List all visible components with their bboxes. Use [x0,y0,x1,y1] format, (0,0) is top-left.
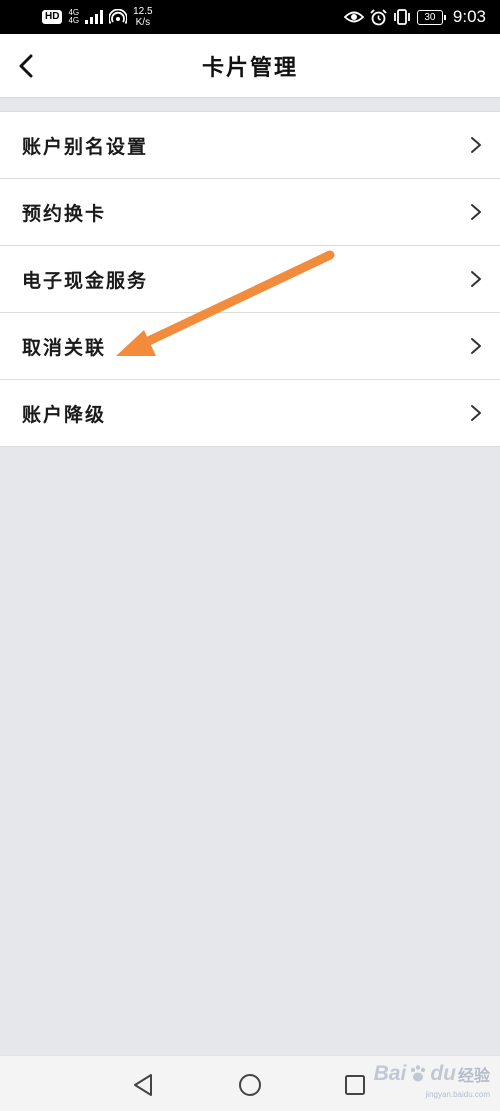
chevron-right-icon [471,338,481,354]
menu-item-unlink[interactable]: 取消关联 [0,313,500,380]
chevron-right-icon [471,271,481,287]
menu-item-label: 电子现金服务 [22,269,149,292]
nav-back-button[interactable] [128,1070,158,1100]
vibrate-icon [394,9,410,25]
chevron-right-icon [471,204,481,220]
paw-icon [411,1065,426,1082]
network-type: 4G 4G [68,9,79,25]
speed-value: 12.5 [133,6,153,17]
menu-item-card-replacement[interactable]: 预约换卡 [0,179,500,246]
circle-home-icon [239,1074,261,1096]
status-bar: HD 4G 4G 12.5 K/s 30 9:03 [0,0,500,34]
chevron-left-icon [19,54,33,78]
network-type-bottom: 4G [68,16,80,25]
alarm-icon [370,8,387,25]
menu-item-e-cash[interactable]: 电子现金服务 [0,246,500,313]
status-time: 9:03 [452,7,486,26]
watermark-cn: 经验 [457,1068,490,1085]
menu-item-label: 账户别名设置 [22,135,149,158]
hd-badge: HD [42,10,63,24]
page-title: 卡片管理 [201,54,298,81]
nav-recents-button[interactable] [340,1070,370,1100]
nav-home-button[interactable] [235,1070,265,1100]
status-left: HD 4G 4G 12.5 K/s [42,6,153,28]
eye-icon [343,11,364,23]
chevron-right-icon [471,137,481,153]
menu-item-account-downgrade[interactable]: 账户降级 [0,380,500,447]
signal-icon [85,10,104,24]
status-right: 30 9:03 [343,7,486,27]
square-recents-icon [345,1075,365,1095]
watermark-brand: Bai [373,1062,407,1085]
watermark-url: jingyan.baidu.com [425,1090,490,1099]
chevron-right-icon [471,405,481,421]
battery-indicator: 30 [416,9,446,25]
triangle-back-icon [134,1074,152,1096]
network-speed: 12.5 K/s [133,6,152,28]
watermark-brand-suffix: du [430,1062,456,1085]
baidu-watermark: Bai du 经验 [374,1062,490,1086]
menu-item-label: 取消关联 [22,336,107,359]
card-management-menu: 账户别名设置 预约换卡 电子现金服务 取消关联 账户降级 [0,111,500,447]
speed-unit: K/s [135,17,151,28]
page-header: 卡片管理 [0,34,500,98]
menu-item-label: 账户降级 [22,403,107,426]
menu-item-account-alias[interactable]: 账户别名设置 [0,112,500,179]
menu-item-label: 预约换卡 [22,202,107,225]
back-button[interactable] [6,44,46,88]
hotspot-icon [109,9,128,24]
